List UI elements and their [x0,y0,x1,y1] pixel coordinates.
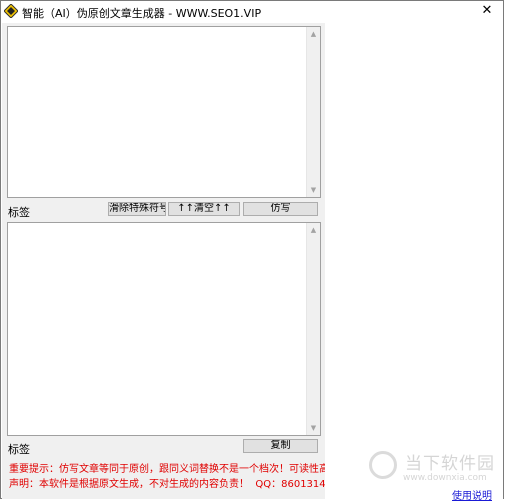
right-panel [325,23,503,499]
close-button[interactable]: ✕ [473,1,501,21]
watermark-url: www.downxia.com [403,473,487,483]
scroll-down-arrow-icon[interactable]: ▼ [307,183,320,197]
remove-special-chars-button[interactable]: 滑除特殊符号 [108,202,166,216]
app-window: 智能（AI）伪原创文章生成器 - WWW.SEO1.VIP ✕ ▲ ▼ 标签 滑… [0,0,504,502]
watermark-brand: 当下软件园 [405,454,495,474]
source-scrollbar[interactable]: ▲ ▼ [306,27,320,197]
source-label: 标签 [8,206,30,219]
important-tip: 重要提示：仿写文章等同于原创，跟同义词替换不是一个档次！可读性高！ [9,464,339,475]
title-bar: 智能（AI）伪原创文章生成器 - WWW.SEO1.VIP ✕ [1,1,503,23]
diamond-app-icon [4,4,18,18]
disclaimer: 声明：本软件是根据原文生成，不对生成的内容负责！ QQ：860131401 [9,475,338,490]
output-text-area[interactable]: ▲ ▼ [7,222,321,436]
window-title: 智能（AI）伪原创文章生成器 - WWW.SEO1.VIP [22,7,262,20]
client-area: ▲ ▼ 标签 滑除特殊符号 ↑↑清空↑↑ 仿写 ▲ ▼ 标签 复制 重要提示：仿… [2,23,503,502]
output-scrollbar[interactable]: ▲ ▼ [306,223,320,435]
output-label: 标签 [8,443,30,456]
disclaimer-text: 声明：本软件是根据原文生成，不对生成的内容负责！ [9,479,249,490]
scroll-up-arrow-icon[interactable]: ▲ [307,223,320,237]
watermark-logo-icon [369,451,397,479]
scroll-down-arrow-icon[interactable]: ▼ [307,421,320,435]
copy-button[interactable]: 复制 [243,439,318,453]
scroll-up-arrow-icon[interactable]: ▲ [307,27,320,41]
rewrite-button[interactable]: 仿写 [243,202,318,216]
clear-button[interactable]: ↑↑清空↑↑ [168,202,240,216]
source-text-area[interactable]: ▲ ▼ [7,26,321,198]
